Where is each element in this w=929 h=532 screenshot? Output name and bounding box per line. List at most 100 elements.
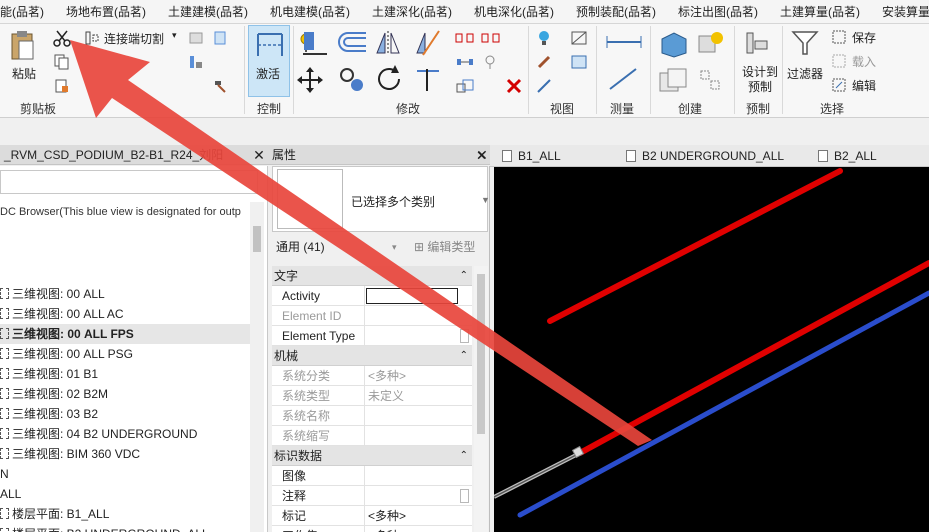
ribbon-tab[interactable]: 场地布置(品茗) bbox=[55, 0, 157, 23]
create-assembly-icon[interactable] bbox=[656, 66, 690, 96]
browser-view-item[interactable]: 三维视图: 01 B1 bbox=[0, 364, 250, 384]
property-value-input[interactable] bbox=[366, 288, 458, 304]
collapse-icon[interactable]: ⌃ bbox=[460, 446, 468, 466]
dimension-icon[interactable] bbox=[604, 64, 644, 94]
property-group-header[interactable]: 机械 ⌃ bbox=[272, 346, 472, 366]
modify-geometry-icon[interactable] bbox=[186, 28, 206, 48]
edit-selection-label[interactable]: 编辑 bbox=[852, 77, 876, 94]
ribbon-tab[interactable]: 安装算量(品茗) bbox=[871, 0, 929, 23]
hide-icon[interactable] bbox=[568, 28, 590, 48]
ribbon-tab[interactable]: 土建深化(品茗) bbox=[361, 0, 463, 23]
ribbon-tab[interactable]: 土建算量(品茗) bbox=[769, 0, 871, 23]
split-icon[interactable] bbox=[454, 28, 476, 48]
instance-filter[interactable]: 通用 (41) ▾ ⊞ 编辑类型 bbox=[268, 236, 489, 258]
browser-view-item[interactable]: 三维视图: 00 ALL bbox=[0, 284, 250, 304]
mirror-axis-icon[interactable] bbox=[372, 28, 404, 58]
browser-view-item[interactable]: 三维视图: BIM 360 VDC bbox=[0, 444, 250, 464]
property-row[interactable]: 标记 <多种> bbox=[272, 506, 472, 526]
copy-element-icon[interactable] bbox=[336, 64, 368, 94]
pipe-endpoint[interactable] bbox=[874, 318, 880, 324]
browser-group-item[interactable]: N bbox=[0, 464, 250, 484]
demolish-icon[interactable] bbox=[210, 76, 230, 96]
mirror-draw-icon[interactable] bbox=[412, 28, 444, 58]
create-similar-icon[interactable] bbox=[696, 66, 726, 96]
chevron-down-icon[interactable]: ▾ bbox=[392, 236, 397, 258]
properties-scrollbar[interactable] bbox=[474, 266, 488, 532]
view-tab[interactable]: B2_ALL bbox=[818, 145, 877, 167]
property-value[interactable]: <多种> bbox=[368, 526, 406, 532]
browser-view-item[interactable]: 三维视图: 00 ALL PSG bbox=[0, 344, 250, 364]
browser-view-item[interactable]: 三维视图: 02 B2M bbox=[0, 384, 250, 404]
view-tab[interactable]: B1_ALL bbox=[502, 145, 561, 167]
bulb-icon[interactable] bbox=[534, 28, 554, 48]
ribbon-tab[interactable]: 机电建模(品茗) bbox=[259, 0, 361, 23]
browser-view-item[interactable]: 三维视图: 00 ALL AC bbox=[0, 304, 250, 324]
browser-group-item[interactable]: ALL bbox=[0, 484, 250, 504]
property-row[interactable]: 注释 bbox=[272, 486, 472, 506]
view-tab[interactable]: B2 UNDERGROUND_ALL bbox=[626, 145, 784, 167]
blue-pipe[interactable] bbox=[517, 290, 929, 518]
linework-icon[interactable] bbox=[534, 76, 554, 96]
rotate-icon[interactable] bbox=[374, 64, 406, 94]
browser-view-item[interactable]: 三维视图: 00 ALL FPS bbox=[0, 324, 250, 344]
align-icon[interactable] bbox=[300, 28, 330, 58]
red-pipe[interactable] bbox=[547, 168, 843, 324]
ribbon-tab[interactable]: 土建建模(品茗) bbox=[157, 0, 259, 23]
property-row[interactable]: Element Type bbox=[272, 326, 472, 346]
scrollbar-thumb[interactable] bbox=[253, 226, 261, 252]
ribbon-tab[interactable]: 预制装配(品茗) bbox=[565, 0, 667, 23]
drawing-canvas[interactable] bbox=[493, 167, 929, 532]
type-selector[interactable]: 已选择多个类别 ▼ bbox=[272, 166, 489, 232]
join-cut-icon[interactable] bbox=[82, 28, 102, 48]
paste-icon[interactable] bbox=[8, 28, 38, 62]
edit-type-button[interactable]: ⊞ 编辑类型 bbox=[414, 236, 475, 258]
brush-icon[interactable] bbox=[534, 52, 554, 72]
match-type-icon[interactable] bbox=[52, 76, 72, 96]
design-to-prefab-label[interactable]: 设计到 预制 bbox=[740, 65, 780, 95]
delete-icon[interactable] bbox=[504, 76, 524, 96]
save-selection-label[interactable]: 保存 bbox=[852, 29, 876, 46]
array-icon[interactable] bbox=[454, 52, 476, 72]
wall-join-icon[interactable] bbox=[186, 52, 206, 72]
activate-button[interactable]: 激活 bbox=[248, 25, 290, 97]
property-group-header[interactable]: 文字 ⌃ bbox=[272, 266, 472, 286]
copy-icon[interactable] bbox=[52, 52, 72, 72]
close-icon[interactable]: ✕ bbox=[251, 145, 267, 164]
ribbon-tab[interactable]: 能(品茗) bbox=[0, 0, 55, 23]
project-browser-scrollbar[interactable] bbox=[250, 202, 264, 532]
collapse-icon[interactable]: ⌃ bbox=[460, 346, 468, 366]
scale-icon[interactable] bbox=[454, 76, 476, 96]
edit-selection-icon[interactable] bbox=[830, 76, 848, 94]
load-selection-icon[interactable] bbox=[830, 52, 848, 70]
split-gap-icon[interactable] bbox=[480, 28, 502, 48]
move-icon[interactable] bbox=[296, 66, 324, 94]
save-selection-icon[interactable] bbox=[830, 28, 848, 46]
offset-icon[interactable] bbox=[336, 28, 368, 58]
project-browser-search-input[interactable] bbox=[0, 170, 258, 194]
value-button[interactable] bbox=[460, 329, 469, 343]
scrollbar-thumb[interactable] bbox=[477, 274, 485, 434]
property-row[interactable]: Activity bbox=[272, 286, 472, 306]
paste-label[interactable]: 粘贴 bbox=[12, 65, 36, 82]
property-row[interactable]: 图像 bbox=[272, 466, 472, 486]
value-button[interactable] bbox=[460, 489, 469, 503]
property-group-header[interactable]: 标识数据 ⌃ bbox=[272, 446, 472, 466]
cut-icon[interactable] bbox=[52, 28, 72, 48]
trim-icon[interactable] bbox=[412, 64, 444, 94]
property-row[interactable]: 工作集 <多种> bbox=[272, 526, 472, 532]
browser-view-item[interactable]: 三维视图: 03 B2 bbox=[0, 404, 250, 424]
instance-filter-label[interactable]: 通用 (41) bbox=[276, 240, 325, 254]
red-pipe[interactable] bbox=[577, 260, 929, 456]
browser-view-item[interactable]: 三维视图: 04 B2 UNDERGROUND bbox=[0, 424, 250, 444]
design-to-prefab-icon[interactable] bbox=[742, 28, 772, 58]
collapse-icon[interactable]: ⌃ bbox=[460, 266, 468, 286]
create-part-icon[interactable] bbox=[656, 28, 690, 60]
chevron-down-icon[interactable]: ▾ bbox=[172, 30, 177, 41]
load-selection-label[interactable]: 载入 bbox=[852, 53, 876, 70]
ribbon-tab[interactable]: 机电深化(品茗) bbox=[463, 0, 565, 23]
filter-icon[interactable] bbox=[790, 28, 820, 58]
close-icon[interactable]: ✕ bbox=[476, 145, 487, 167]
measure-icon[interactable] bbox=[604, 32, 644, 52]
join-cut-label[interactable]: 连接端切割 bbox=[104, 30, 164, 47]
chevron-down-icon[interactable]: ▼ bbox=[481, 195, 489, 205]
